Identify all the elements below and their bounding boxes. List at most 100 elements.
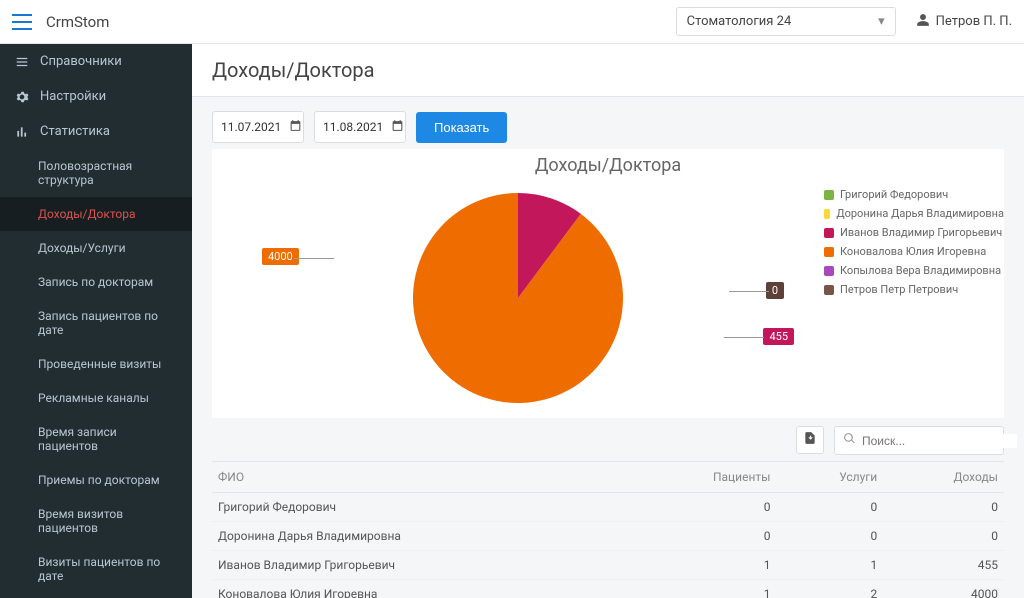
- page-title: Доходы/Доктора: [212, 58, 1004, 82]
- download-icon: [803, 431, 817, 449]
- table-row[interactable]: Иванов Владимир Григорьевич 1 1 455: [212, 551, 1004, 580]
- legend-label: Григорий Федорович: [840, 188, 948, 201]
- chevron-down-icon: ▾: [878, 14, 885, 29]
- search-icon: [843, 432, 856, 449]
- cell-name: Доронина Дарья Владимировна: [212, 522, 628, 551]
- col-fio[interactable]: ФИО: [212, 462, 628, 493]
- pie-label-4000: 4000: [262, 248, 299, 265]
- sidebar-subitem[interactable]: Время визитов пациентов: [0, 497, 192, 545]
- date-to-value: 11.08.2021: [323, 120, 383, 134]
- sidebar-subitem[interactable]: Рекламные каналы: [0, 381, 192, 415]
- export-button[interactable]: [796, 426, 824, 454]
- table-search-input[interactable]: [862, 434, 1017, 448]
- cell-services: 0: [776, 493, 883, 522]
- calendar-icon: [391, 119, 404, 135]
- pie-label-line: [294, 258, 334, 259]
- legend-swatch: [824, 228, 834, 238]
- user-icon: [916, 13, 930, 31]
- filter-bar: 11.07.2021 11.08.2021 Показать: [212, 111, 1004, 143]
- sidebar-item-label: Справочники: [40, 54, 122, 69]
- cell-patients: 1: [628, 551, 776, 580]
- date-from-input[interactable]: 11.07.2021: [212, 111, 304, 143]
- legend-label: Коновалова Юлия Игоревна: [840, 245, 986, 258]
- sidebar: Справочники Настройки Статистика Половоз…: [0, 44, 192, 598]
- table-row[interactable]: Коновалова Юлия Игоревна 1 2 4000: [212, 580, 1004, 598]
- sidebar-item-references[interactable]: Справочники: [0, 44, 192, 79]
- legend-label: Петров Петр Петрович: [840, 283, 958, 296]
- clinic-selector[interactable]: Стоматология 24 ▾: [676, 7, 896, 36]
- legend-swatch: [824, 266, 834, 276]
- cell-patients: 0: [628, 493, 776, 522]
- pie-slice[interactable]: [413, 193, 623, 403]
- table-row[interactable]: Доронина Дарья Владимировна 0 0 0: [212, 522, 1004, 551]
- doctors-table: ФИО Пациенты Услуги Доходы Григорий Федо…: [212, 461, 1004, 598]
- sidebar-subitem[interactable]: Проведенные визиты: [0, 347, 192, 381]
- legend-item[interactable]: Григорий Федорович: [824, 188, 1004, 201]
- pie-chart: 4000 0 455: [212, 178, 824, 418]
- chart-title: Доходы/Доктора: [212, 149, 1004, 178]
- pie-label-line: [729, 291, 769, 292]
- legend-swatch: [824, 190, 834, 200]
- sidebar-item-label: Настройки: [40, 89, 106, 104]
- content-area: Доходы/Доктора 11.07.2021 11.08.2021 Пок…: [192, 44, 1024, 598]
- sidebar-subitem[interactable]: Время записи пациентов: [0, 415, 192, 463]
- show-button[interactable]: Показать: [416, 112, 507, 143]
- user-name: Петров П. П.: [936, 14, 1012, 29]
- cell-name: Иванов Владимир Григорьевич: [212, 551, 628, 580]
- legend-item[interactable]: Петров Петр Петрович: [824, 283, 1004, 296]
- cell-patients: 1: [628, 580, 776, 598]
- legend-item[interactable]: Иванов Владимир Григорьевич: [824, 226, 1004, 239]
- cell-name: Григорий Федорович: [212, 493, 628, 522]
- sidebar-item-statistics[interactable]: Статистика: [0, 114, 192, 149]
- table-toolbar: [212, 418, 1004, 461]
- cell-patients: 0: [628, 522, 776, 551]
- cell-services: 0: [776, 522, 883, 551]
- app-brand: CrmStom: [46, 13, 109, 31]
- gear-icon: [14, 90, 30, 104]
- date-to-input[interactable]: 11.08.2021: [314, 111, 406, 143]
- sidebar-subitem[interactable]: Запись по докторам: [0, 265, 192, 299]
- legend-swatch: [824, 247, 834, 257]
- clinic-selected-value: Стоматология 24: [687, 14, 792, 29]
- pie-label-line: [724, 337, 764, 338]
- legend-swatch: [824, 285, 834, 295]
- cell-income: 0: [883, 522, 1004, 551]
- cell-income: 455: [883, 551, 1004, 580]
- cell-name: Коновалова Юлия Игоревна: [212, 580, 628, 598]
- pie-label-455: 455: [763, 328, 794, 345]
- page-header: Доходы/Доктора: [192, 44, 1024, 97]
- sidebar-subitem[interactable]: Запись пациентов по дате: [0, 299, 192, 347]
- legend-swatch: [824, 209, 830, 219]
- sidebar-subitem[interactable]: Доходы/Доктора: [0, 197, 192, 231]
- col-services[interactable]: Услуги: [776, 462, 883, 493]
- table-search[interactable]: [834, 426, 1004, 455]
- user-menu[interactable]: Петров П. П.: [916, 13, 1012, 31]
- cell-services: 2: [776, 580, 883, 598]
- legend-item[interactable]: Коновалова Юлия Игоревна: [824, 245, 1004, 258]
- sidebar-item-label: Статистика: [40, 124, 110, 139]
- col-income[interactable]: Доходы: [883, 462, 1004, 493]
- legend-label: Иванов Владимир Григорьевич: [840, 226, 1002, 239]
- legend-label: Доронина Дарья Владимировна: [836, 207, 1004, 220]
- legend-label: Копылова Вера Владимировна: [840, 264, 1001, 277]
- cell-income: 0: [883, 493, 1004, 522]
- legend-item[interactable]: Копылова Вера Владимировна: [824, 264, 1004, 277]
- list-icon: [14, 55, 30, 69]
- legend-item[interactable]: Доронина Дарья Владимировна: [824, 207, 1004, 220]
- sidebar-item-settings[interactable]: Настройки: [0, 79, 192, 114]
- cell-income: 4000: [883, 580, 1004, 598]
- top-bar: CrmStom Стоматология 24 ▾ Петров П. П.: [0, 0, 1024, 44]
- sidebar-subitem[interactable]: Визиты пациентов по дате: [0, 545, 192, 593]
- menu-toggle-button[interactable]: [12, 14, 32, 30]
- chart-card: Доходы/Доктора 4000 0 455 Григорий Федор…: [212, 149, 1004, 418]
- cell-services: 1: [776, 551, 883, 580]
- chart-legend: Григорий Федорович Доронина Дарья Владими…: [824, 178, 1004, 418]
- bars-icon: [14, 125, 30, 139]
- col-patients[interactable]: Пациенты: [628, 462, 776, 493]
- date-from-value: 11.07.2021: [221, 120, 281, 134]
- sidebar-subitem[interactable]: Приемы по докторам: [0, 463, 192, 497]
- table-row[interactable]: Григорий Федорович 0 0 0: [212, 493, 1004, 522]
- sidebar-subitem[interactable]: Доходы/Услуги: [0, 231, 192, 265]
- calendar-icon: [289, 119, 302, 135]
- sidebar-subitem[interactable]: Половозрастная структура: [0, 149, 192, 197]
